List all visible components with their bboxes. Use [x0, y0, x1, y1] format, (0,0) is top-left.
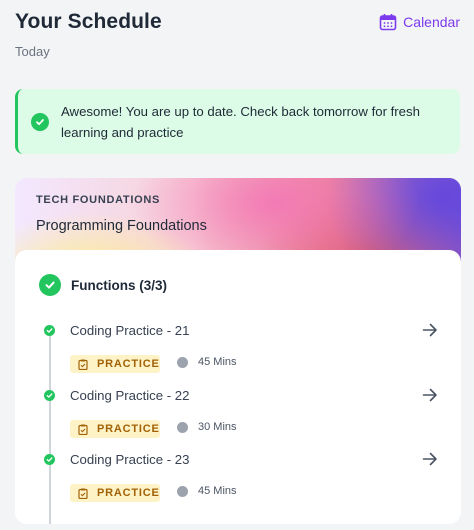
header: Your Schedule Calendar	[15, 6, 460, 38]
duration-text: 45 Mins	[198, 356, 237, 368]
clipboard-icon	[78, 488, 88, 499]
practice-tag: PRACTICE	[70, 484, 160, 502]
tag-label: PRACTICE	[97, 487, 160, 499]
check-icon	[31, 112, 49, 131]
arrow-right-icon[interactable]	[422, 387, 438, 403]
banner-message: Awesome! You are up to date. Check back …	[61, 103, 420, 140]
page-title: Your Schedule	[15, 10, 162, 33]
calendar-icon	[379, 14, 397, 31]
practice-tag: PRACTICE	[70, 355, 160, 373]
clipboard-icon	[78, 359, 88, 370]
practice-tag: PRACTICE	[70, 420, 160, 438]
lesson-duration: 45 Mins	[177, 356, 237, 368]
check-icon	[44, 325, 55, 336]
module-title: Functions (3/3)	[71, 277, 168, 293]
clock-icon	[177, 421, 188, 433]
clock-icon	[177, 485, 188, 497]
check-icon	[44, 454, 55, 465]
course-name: Programming Foundations	[36, 218, 207, 234]
calendar-link[interactable]: Calendar	[379, 13, 460, 31]
schedule-subtitle: Today	[15, 44, 50, 59]
duration-text: 30 Mins	[198, 421, 237, 433]
clock-icon	[177, 356, 188, 368]
course-category: TECH FOUNDATIONS	[36, 194, 161, 206]
tag-label: PRACTICE	[97, 358, 160, 370]
up-to-date-banner: Awesome! You are up to date. Check back …	[15, 89, 460, 154]
lesson-title: Coding Practice - 23	[70, 452, 190, 467]
calendar-label: Calendar	[403, 14, 460, 30]
lesson-duration: 30 Mins	[177, 421, 237, 433]
arrow-right-icon[interactable]	[422, 451, 438, 467]
lesson-item[interactable]: Coding Practice - 21 PRACTICE 45 Mins	[15, 322, 461, 381]
clipboard-icon	[78, 424, 88, 435]
lesson-duration: 45 Mins	[177, 485, 237, 497]
module-panel: Functions (3/3) Coding Practice - 21 PRA…	[15, 250, 461, 524]
tag-label: PRACTICE	[97, 423, 160, 435]
lesson-item[interactable]: Coding Practice - 22 PRACTICE 30 Mins	[15, 387, 461, 446]
lesson-item[interactable]: Coding Practice - 23 PRACTICE 45 Mins	[15, 451, 461, 510]
check-icon	[39, 274, 61, 296]
course-card: TECH FOUNDATIONS Programming Foundations…	[15, 178, 461, 524]
check-icon	[44, 390, 55, 401]
module-header[interactable]: Functions (3/3)	[39, 274, 167, 296]
lesson-title: Coding Practice - 22	[70, 388, 190, 403]
arrow-right-icon[interactable]	[422, 322, 438, 338]
duration-text: 45 Mins	[198, 485, 237, 497]
lesson-title: Coding Practice - 21	[70, 323, 190, 338]
